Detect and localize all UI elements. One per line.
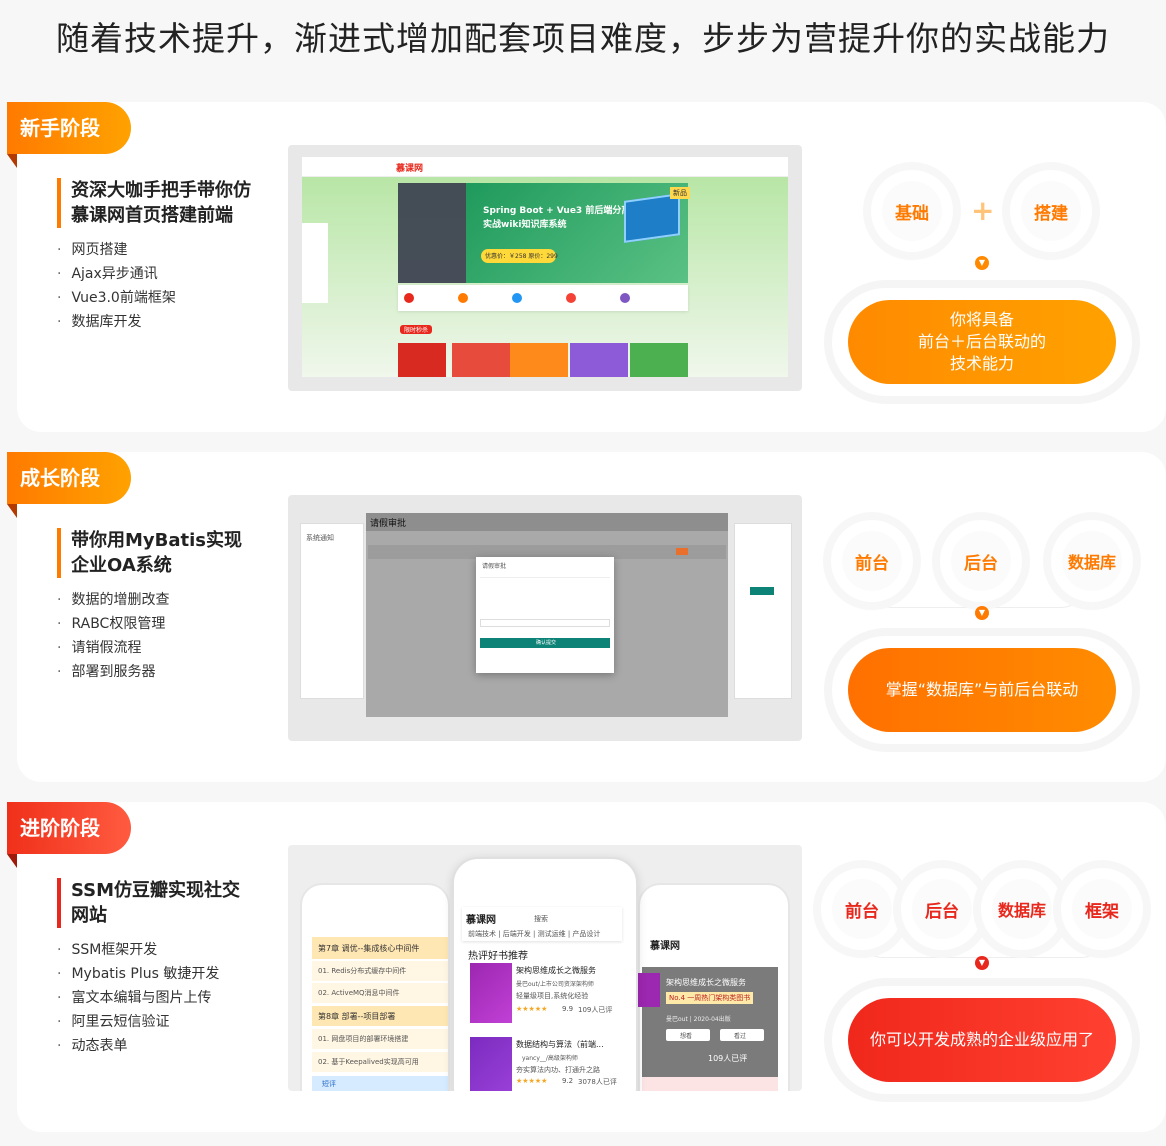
feature-item: 阿里云短信验证: [57, 1010, 219, 1034]
rating-stars: ★★★★★: [516, 1005, 548, 1013]
site-logo: 慕课网: [466, 915, 496, 926]
feature-item: 请销假流程: [57, 636, 169, 660]
result-pill-wrap: 掌握“数据库”与前后台联动: [832, 636, 1132, 744]
search-link[interactable]: 搜索: [534, 914, 548, 924]
stage-tag: 成长阶段: [7, 452, 131, 518]
stage-tag: 新手阶段: [7, 102, 131, 168]
section-title: 热评好书推荐: [468, 951, 528, 962]
site-logo: 慕课网: [396, 164, 424, 174]
feature-list: 网页搭建 Ajax异步通讯 Vue3.0前端框架 数据库开发: [57, 238, 176, 334]
banner-price: 优惠价：￥258 原价：299: [485, 253, 558, 260]
feature-item: 网页搭建: [57, 238, 176, 262]
book-title[interactable]: 架构思维成长之微服务: [516, 965, 596, 976]
chapter-title: 第8章 部署--项目部署: [318, 1012, 396, 1021]
feature-item: 数据的增删改查: [57, 588, 169, 612]
project-screenshot: 慕课网 Spring Boot + Vue3 前后端分离 实战wiki知识库系统…: [288, 145, 802, 391]
result-pill: 掌握“数据库”与前后台联动: [848, 648, 1116, 732]
dialog-title: 请假审批: [482, 563, 507, 570]
feature-item: RABC权限管理: [57, 612, 169, 636]
side-panel-title: 系统通知: [306, 534, 334, 542]
rating-stars: ★★★★★: [516, 1077, 548, 1085]
plus-icon: +: [971, 194, 995, 227]
result-pill-wrap: 你将具备 前台＋后台联动的 技术能力: [832, 288, 1132, 396]
feature-item: Mybatis Plus 敏捷开发: [57, 962, 219, 986]
feature-item: 数据库开发: [57, 310, 176, 334]
stage-card-growth: 成长阶段 带你用MyBatis实现企业OA系统 数据的增删改查 RABC权限管理…: [7, 452, 1166, 782]
result-pill: 你可以开发成熟的企业级应用了: [848, 998, 1116, 1082]
result-pill: 你将具备 前台＋后台联动的 技术能力: [848, 300, 1116, 384]
skill-badge-database: 数据库: [1051, 520, 1133, 602]
feature-item: 动态表单: [57, 1034, 219, 1058]
arrow-down-icon: ▼: [975, 956, 989, 970]
arrow-down-icon: ▼: [975, 256, 989, 270]
skill-badge-backend: 后台: [940, 520, 1022, 602]
skill-badge-frontend: 前台: [821, 868, 903, 950]
approval-dialog: [476, 557, 614, 673]
stage-tag: 进阶阶段: [7, 802, 131, 868]
skill-badge-frontend: 前台: [831, 520, 913, 602]
feature-item: 部署到服务器: [57, 660, 169, 684]
skill-badge-database: 数据库: [981, 868, 1063, 950]
banner-subtitle: 实战wiki知识库系统: [483, 220, 567, 230]
feature-item: SSM框架开发: [57, 938, 219, 962]
flash-sale-label: 限时秒杀: [400, 325, 433, 334]
stage-card-advanced: 进阶阶段 SSM仿豆瓣实现社交网站 SSM框架开发 Mybatis Plus 敏…: [7, 802, 1166, 1132]
page-headline: 随着技术提升，渐进式增加配套项目难度，步步为营提升你的实战能力: [56, 19, 1110, 58]
banner-title: Spring Boot + Vue3 前后端分离: [483, 206, 631, 216]
feature-item: 富文本编辑与图片上传: [57, 986, 219, 1010]
category-nav[interactable]: 前端技术 | 后端开发 | 测试运维 | 产品设计: [468, 929, 600, 939]
project-screenshot: 第7章 调优--集成核心中间件 01. Redis分布式缓存中间件 02. Ac…: [288, 845, 802, 1091]
skill-badge-build: 搭建: [1010, 170, 1092, 252]
skill-badge-backend: 后台: [901, 868, 983, 950]
skill-badge-basic: 基础: [871, 170, 953, 252]
feature-list: SSM框架开发 Mybatis Plus 敏捷开发 富文本编辑与图片上传 阿里云…: [57, 938, 219, 1058]
new-label: 新品: [670, 187, 690, 199]
project-title: SSM仿豆瓣实现社交网站: [57, 878, 257, 928]
feature-list: 数据的增删改查 RABC权限管理 请销假流程 部署到服务器: [57, 588, 169, 684]
project-screenshot: 系统通知 请假审批 请假审批 确认提交: [288, 495, 802, 741]
skill-badge-framework: 框架: [1061, 868, 1143, 950]
site-logo: 慕课网: [650, 941, 680, 952]
chapter-title: 第7章 调优--集成核心中间件: [318, 944, 420, 953]
arrow-down-icon: ▼: [975, 606, 989, 620]
book-title[interactable]: 数据结构与算法（前端...: [516, 1039, 604, 1050]
project-title: 带你用MyBatis实现企业OA系统: [57, 528, 257, 578]
feature-item: Vue3.0前端框架: [57, 286, 175, 310]
result-pill-wrap: 你可以开发成熟的企业级应用了: [832, 986, 1132, 1094]
feature-item: Ajax异步通讯: [57, 262, 176, 286]
window-title: 请假审批: [370, 519, 407, 529]
project-title: 资深大咖手把手带你仿慕课网首页搭建前端: [57, 178, 257, 228]
stage-card-beginner: 新手阶段 资深大咖手把手带你仿慕课网首页搭建前端 网页搭建 Ajax异步通讯 V…: [7, 102, 1166, 432]
